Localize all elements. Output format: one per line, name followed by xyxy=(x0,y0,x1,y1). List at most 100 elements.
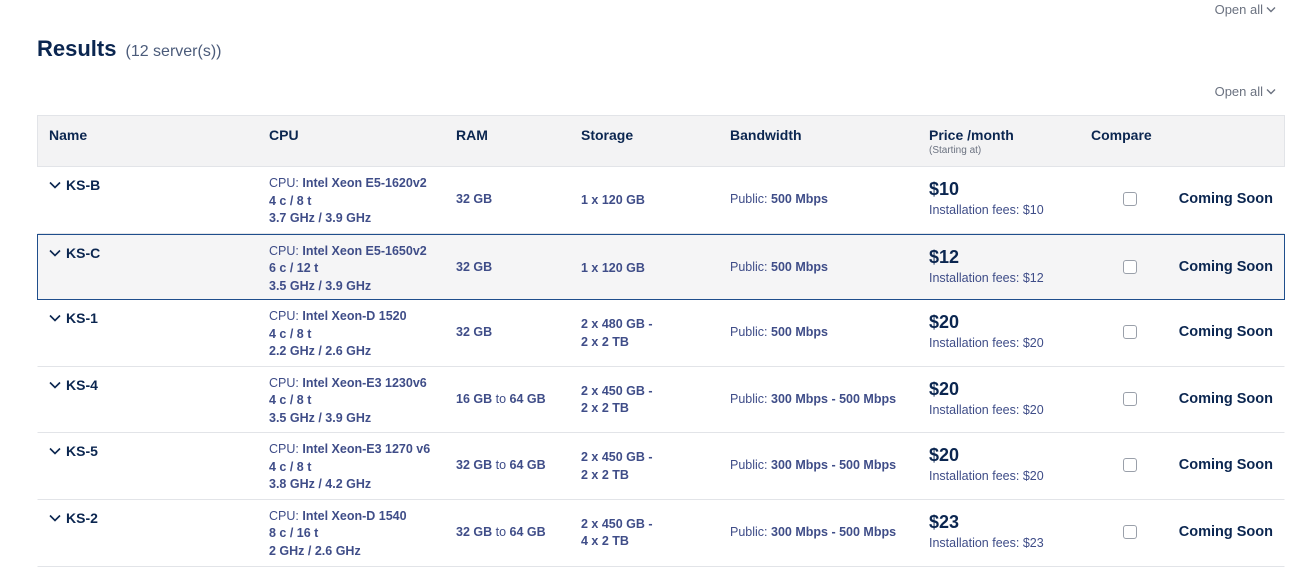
table-row[interactable]: KS-2 CPU: Intel Xeon-D 1540 8 c / 16 t 2… xyxy=(37,499,1285,567)
server-name[interactable]: KS-C xyxy=(49,245,100,261)
server-name[interactable]: KS-1 xyxy=(49,310,98,326)
installation-fees: Installation fees: $20 xyxy=(929,469,1044,483)
cpu-cores: 4 c / 8 t xyxy=(269,393,312,408)
fees-amount: $23 xyxy=(1022,535,1044,550)
storage-cell: 2 x 450 GB - 2 x 2 TB xyxy=(581,449,653,484)
table-row[interactable]: KS-4 CPU: Intel Xeon-E3 1230v6 4 c / 8 t… xyxy=(37,366,1285,434)
ram-min: 32 GB xyxy=(456,325,493,340)
server-name[interactable]: KS-2 xyxy=(49,510,98,526)
storage-line-2: 2 x 2 TB xyxy=(581,401,629,416)
storage-line-1: 2 x 480 GB - xyxy=(581,317,653,332)
chevron-down-icon xyxy=(49,514,61,522)
header-storage[interactable]: Storage xyxy=(581,127,633,143)
compare-checkbox[interactable] xyxy=(1123,458,1137,473)
status-badge: Coming Soon xyxy=(1178,324,1273,341)
cpu-prefix: CPU: xyxy=(269,442,299,457)
storage-line-1: 2 x 450 GB - xyxy=(581,516,653,531)
open-all-link[interactable]: Open all xyxy=(1215,84,1276,99)
fees-prefix: Installation fees: xyxy=(929,270,1020,285)
cpu-prefix: CPU: xyxy=(269,243,299,258)
header-ram[interactable]: RAM xyxy=(456,127,488,143)
compare-checkbox[interactable] xyxy=(1123,391,1137,406)
status-badge: Coming Soon xyxy=(1178,258,1273,275)
table-row[interactable]: KS-C CPU: Intel Xeon E5-1650v2 6 c / 12 … xyxy=(37,233,1285,301)
cpu-model: Intel Xeon E5-1650v2 xyxy=(302,243,427,258)
storage-line-2: 4 x 2 TB xyxy=(581,534,629,549)
compare-checkbox[interactable] xyxy=(1123,192,1137,206)
table-row[interactable]: KS-1 CPU: Intel Xeon-D 1520 4 c / 8 t 2.… xyxy=(37,300,1285,367)
ram-to: to xyxy=(495,458,507,473)
ram-cell: 32 GB xyxy=(456,260,492,274)
open-all-link-top[interactable]: Open all xyxy=(1215,2,1276,17)
price-amount: $20 xyxy=(929,445,960,466)
status-badge: Coming Soon xyxy=(1178,457,1273,474)
fees-prefix: Installation fees: xyxy=(929,469,1020,484)
header-name[interactable]: Name xyxy=(49,127,87,143)
cpu-model: Intel Xeon-E3 1270 v6 xyxy=(302,442,431,457)
compare-checkbox[interactable] xyxy=(1123,325,1137,340)
fees-amount: $20 xyxy=(1022,402,1044,417)
ram-to: to xyxy=(495,391,507,406)
cpu-model: Intel Xeon-D 1520 xyxy=(302,309,407,324)
installation-fees: Installation fees: $10 xyxy=(929,203,1044,217)
server-name[interactable]: KS-4 xyxy=(49,377,98,393)
cpu-prefix: CPU: xyxy=(269,375,299,390)
bandwidth-prefix: Public: xyxy=(730,192,768,206)
installation-fees: Installation fees: $20 xyxy=(929,336,1044,350)
chevron-down-icon xyxy=(49,448,61,456)
fees-prefix: Installation fees: xyxy=(929,336,1020,351)
server-name-label: KS-5 xyxy=(66,443,98,460)
fees-prefix: Installation fees: xyxy=(929,203,1020,217)
installation-fees: Installation fees: $23 xyxy=(929,536,1044,550)
table-row[interactable]: KS-B CPU: Intel Xeon E5-1620v2 4 c / 8 t… xyxy=(37,167,1285,234)
server-name[interactable]: KS-B xyxy=(49,177,100,193)
bandwidth-prefix: Public: xyxy=(730,325,768,340)
table-row[interactable]: KS-5 CPU: Intel Xeon-E3 1270 v6 4 c / 8 … xyxy=(37,433,1285,500)
bandwidth-cell: Public: 500 Mbps xyxy=(730,192,828,206)
cpu-cell: CPU: Intel Xeon-E3 1230v6 4 c / 8 t 3.5 … xyxy=(269,375,427,428)
ram-to: to xyxy=(495,524,507,539)
bandwidth-cell: Public: 300 Mbps - 500 Mbps xyxy=(730,525,896,539)
cpu-frequency: 3.5 GHz / 3.9 GHz xyxy=(269,410,372,425)
price-amount: $23 xyxy=(929,511,960,532)
cpu-cores: 4 c / 8 t xyxy=(269,459,312,474)
bandwidth-value: 300 Mbps - 500 Mbps xyxy=(771,458,897,473)
compare-checkbox[interactable] xyxy=(1123,524,1137,539)
ram-cell: 32 GB xyxy=(456,325,492,339)
fees-amount: $20 xyxy=(1022,336,1044,351)
bandwidth-cell: Public: 500 Mbps xyxy=(730,260,828,274)
header-price[interactable]: Price /month (Starting at) xyxy=(929,127,1014,156)
cpu-cell: CPU: Intel Xeon E5-1620v2 4 c / 8 t 3.7 … xyxy=(269,175,427,228)
bandwidth-value: 300 Mbps - 500 Mbps xyxy=(771,524,897,539)
price-amount: $20 xyxy=(929,378,960,399)
header-bandwidth[interactable]: Bandwidth xyxy=(730,127,802,143)
price-cell: $20 Installation fees: $20 xyxy=(929,312,1044,350)
header-cpu[interactable]: CPU xyxy=(269,127,299,143)
cpu-frequency: 3.5 GHz / 3.9 GHz xyxy=(269,278,372,293)
header-price-sub: (Starting at) xyxy=(929,145,982,156)
fees-prefix: Installation fees: xyxy=(929,402,1020,417)
ram-cell: 32 GB xyxy=(456,192,492,206)
chevron-down-icon xyxy=(49,181,61,189)
price-cell: $23 Installation fees: $23 xyxy=(929,512,1044,550)
storage-cell: 2 x 480 GB - 2 x 2 TB xyxy=(581,316,653,351)
results-count: (12 server(s)) xyxy=(125,43,222,60)
server-name[interactable]: KS-5 xyxy=(49,443,98,459)
bandwidth-prefix: Public: xyxy=(730,391,768,406)
bandwidth-value: 500 Mbps xyxy=(771,259,828,274)
installation-fees: Installation fees: $12 xyxy=(929,271,1044,285)
fees-amount: $20 xyxy=(1022,469,1044,484)
storage-line-1: 2 x 450 GB - xyxy=(581,383,653,398)
ram-min: 16 GB xyxy=(456,391,493,406)
ram-min: 32 GB xyxy=(456,192,493,206)
cpu-cell: CPU: Intel Xeon-D 1520 4 c / 8 t 2.2 GHz… xyxy=(269,308,407,361)
results-heading: Results (12 server(s)) xyxy=(37,36,222,62)
storage-line-2: 2 x 2 TB xyxy=(581,334,629,349)
table-header: Name CPU RAM Storage Bandwidth Price /mo… xyxy=(37,116,1285,167)
compare-checkbox[interactable] xyxy=(1123,259,1137,274)
ram-max: 64 GB xyxy=(509,391,546,406)
fees-amount: $10 xyxy=(1022,203,1044,217)
cpu-cell: CPU: Intel Xeon-D 1540 8 c / 16 t 2 GHz … xyxy=(269,508,407,561)
price-cell: $10 Installation fees: $10 xyxy=(929,179,1044,217)
cpu-prefix: CPU: xyxy=(269,508,299,523)
